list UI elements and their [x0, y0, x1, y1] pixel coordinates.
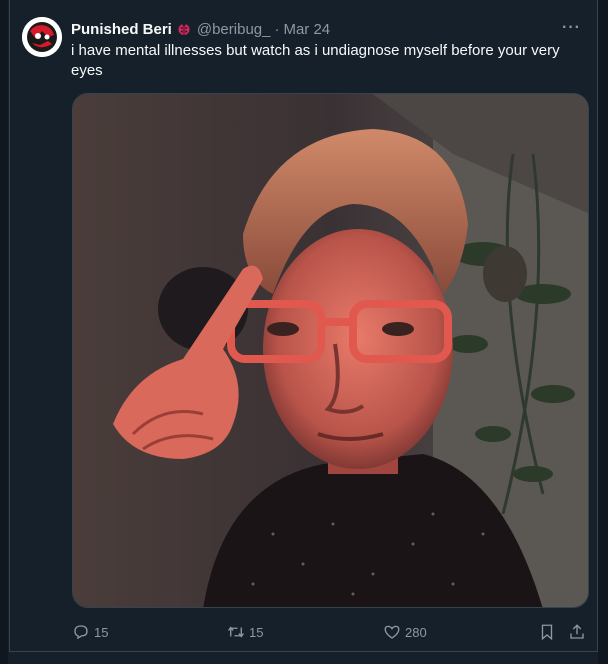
avatar[interactable]	[22, 17, 62, 57]
selfie-image	[73, 94, 588, 607]
reply-button[interactable]: 15	[72, 620, 108, 644]
tweet-date[interactable]: Mar 24	[283, 21, 330, 38]
author-name[interactable]: Punished Beri	[71, 21, 172, 38]
share-button[interactable]	[568, 620, 590, 644]
header-separator: ·	[274, 20, 280, 38]
share-icon	[570, 624, 584, 639]
window-edge-left	[0, 0, 8, 664]
reply-icon	[74, 625, 88, 640]
scrollbar-track[interactable]	[598, 0, 608, 664]
reply-count: 15	[94, 624, 109, 640]
bookmark-icon	[541, 624, 553, 641]
bookmark-button[interactable]	[538, 620, 560, 644]
tweet-text: i have mental illnesses but watch as i u…	[71, 42, 560, 79]
tweet-actions: 15 15 280	[72, 620, 592, 644]
tweet-photo[interactable]	[72, 93, 589, 608]
author-handle[interactable]: @beribug_	[197, 21, 271, 38]
retweet-icon	[227, 626, 245, 638]
more-options-button[interactable]: ···	[562, 19, 581, 37]
like-count: 280	[405, 624, 427, 640]
ladybug-badge-icon	[178, 22, 190, 35]
tweet-header: Punished Beri @beribug_ · Mar 24 ···	[71, 19, 581, 39]
like-button[interactable]: 280	[383, 620, 427, 644]
retweet-count: 15	[249, 624, 264, 640]
like-icon	[384, 625, 400, 639]
retweet-button[interactable]: 15	[227, 620, 263, 644]
tweet-card[interactable]: Punished Beri @beribug_ · Mar 24 ··· i h…	[9, 0, 598, 652]
